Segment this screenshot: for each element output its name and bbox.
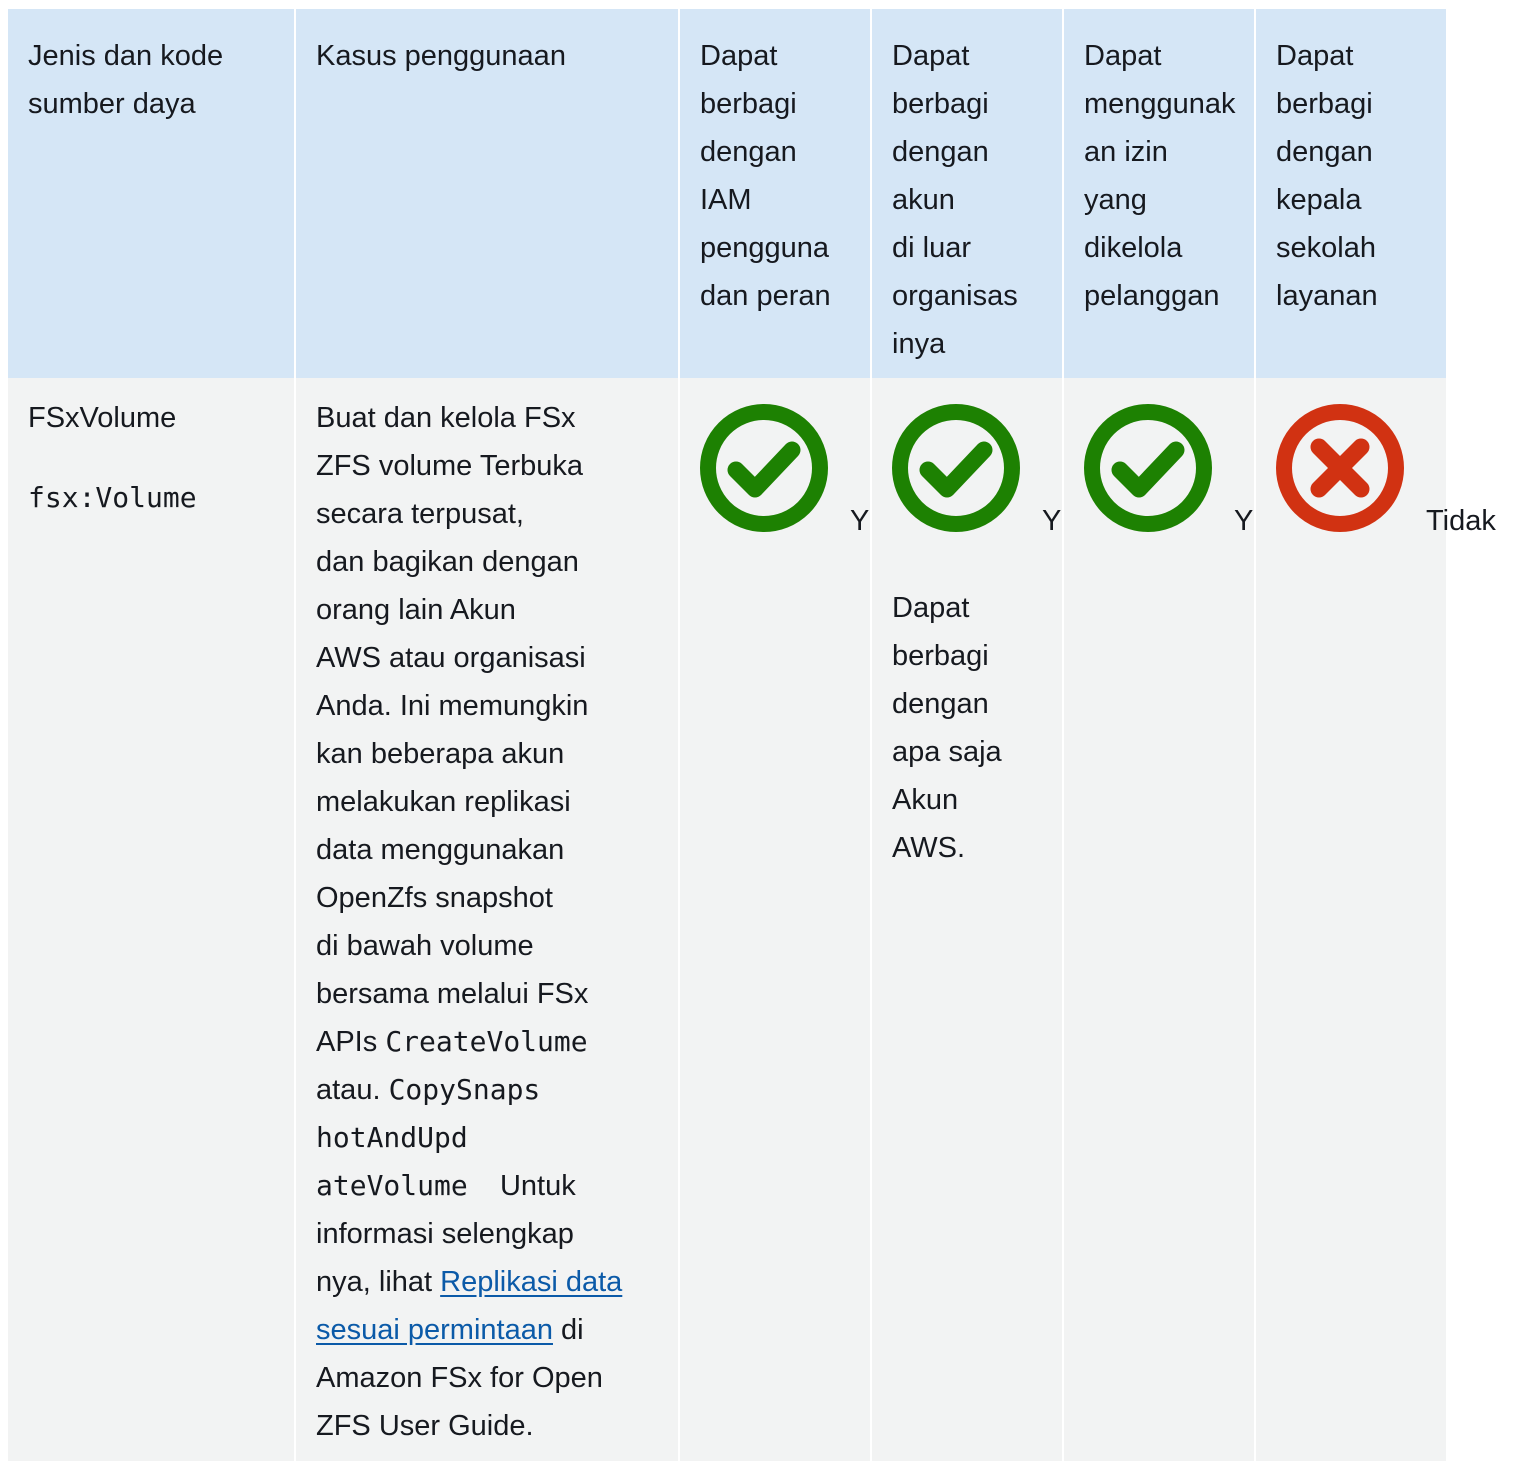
api-copy-snapshot-part: hotAndUpd (316, 1121, 468, 1154)
use-case-line: Buat dan kelola FSx (316, 402, 576, 434)
header-line: akun (892, 184, 955, 216)
note-line: AWS. (892, 832, 966, 864)
use-case-line: informasi selengkap (316, 1218, 574, 1250)
api-copy-snapshot-part: ateVolume (316, 1169, 468, 1202)
use-case-line: ZFS User Guide. (316, 1410, 534, 1442)
outside-org-note: Dapat berbagi dengan apa saja Akun AWS. (892, 584, 1002, 872)
cell-customer-managed-permissions (1064, 378, 1254, 1461)
use-case-line: melakukan replikasi (316, 786, 571, 818)
use-case-line: di bawah volume (316, 930, 534, 962)
x-circle-icon (1275, 403, 1405, 533)
check-circle-icon (1083, 403, 1213, 533)
apis-prefix: APIs (316, 1026, 386, 1058)
header-line: IAM (700, 184, 752, 216)
header-line: berbagi (700, 88, 797, 120)
use-case-line: kan beberapa akun (316, 738, 565, 770)
header-line: organisas (892, 280, 1018, 312)
untuk-text: Untuk (499, 1170, 576, 1202)
note-line: berbagi (892, 640, 989, 672)
header-line: pengguna (700, 232, 830, 264)
use-case-line: sesuai permintaan di (316, 1306, 678, 1354)
header-line: Jenis dan kode (28, 40, 224, 72)
use-case-line: secara terpusat, (316, 498, 524, 530)
check-circle-icon (699, 403, 829, 533)
header-line: dengan (700, 136, 797, 168)
service-principals-label: Tidak (1426, 505, 1496, 537)
check-circle-icon (891, 403, 1021, 533)
use-case-line: ateVolume Untuk (316, 1162, 678, 1210)
header-customer-managed-permissions: Dapat menggunak an izin yang dikelola pe… (1064, 9, 1254, 378)
use-case-line: Anda. Ini memungkin (316, 690, 589, 722)
header-line: yang (1084, 184, 1147, 216)
header-line: Dapat (1084, 40, 1162, 72)
header-service-principals: Dapat berbagi dengan kepala sekolah laya… (1256, 9, 1446, 378)
header-line: sekolah (1276, 232, 1376, 264)
header-line: di luar (892, 232, 971, 264)
note-line: apa saja (892, 736, 1002, 768)
header-line: Dapat (700, 40, 778, 72)
header-line: an izin (1084, 136, 1168, 168)
header-line: inya (892, 328, 946, 360)
use-case-line: AWS atau organisasi (316, 642, 586, 674)
atau-text: atau. (316, 1074, 389, 1106)
note-line: Dapat (892, 592, 970, 624)
header-line: kepala (1276, 184, 1362, 216)
header-line: sumber daya (28, 88, 196, 120)
cell-iam-share (680, 378, 870, 1461)
use-case-line: data menggunakan (316, 834, 565, 866)
outside-org-share-label: Y (1042, 505, 1062, 537)
api-copy-snapshot-part: CopySnaps (388, 1073, 541, 1106)
resource-code: fsx:Volume (28, 481, 197, 514)
cell-use-case: Buat dan kelola FSx ZFS volume Terbuka s… (296, 378, 678, 1461)
cell-outside-org-share: Dapat berbagi dengan apa saja Akun AWS. (872, 378, 1062, 1461)
header-line: pelanggan (1084, 280, 1220, 312)
header-iam-share: Dapat berbagi dengan IAM pengguna dan pe… (680, 9, 870, 378)
use-case-line: bersama melalui FSx (316, 978, 589, 1010)
use-case-line: dan bagikan dengan (316, 546, 579, 578)
customer-managed-permissions-label: Y (1234, 505, 1254, 537)
use-case-line: orang lain Akun (316, 594, 516, 626)
resource-name: FSxVolume (28, 402, 177, 434)
header-line: berbagi (892, 88, 989, 120)
use-case-line: OpenZfs snapshot (316, 882, 553, 914)
api-create-volume: CreateVolume (385, 1025, 588, 1058)
header-line: dan peran (700, 280, 831, 312)
header-line: menggunak (1084, 88, 1236, 120)
header-line: Dapat (1276, 40, 1354, 72)
use-case-line: ZFS volume Terbuka (316, 450, 584, 482)
header-resource-type: Jenis dan kode sumber daya (8, 9, 294, 378)
use-case-line: Amazon FSx for Open (316, 1362, 603, 1394)
header-use-case: Kasus penggunaan (296, 9, 678, 378)
use-case-line: nya, lihat Replikasi data (316, 1258, 678, 1306)
header-line: Kasus penggunaan (316, 40, 566, 72)
header-line: dikelola (1084, 232, 1183, 264)
use-case-line: atau. CopySnaps (316, 1066, 678, 1114)
cell-service-principals (1256, 378, 1446, 1461)
see-text: nya, lihat (316, 1266, 441, 1298)
replication-link[interactable]: sesuai permintaan (316, 1314, 553, 1346)
header-line: layanan (1276, 280, 1378, 312)
note-line: dengan (892, 688, 989, 720)
header-line: Dapat (892, 40, 970, 72)
di-text: di (552, 1314, 584, 1346)
replication-link[interactable]: Replikasi data (440, 1266, 622, 1298)
cell-resource-type: FSxVolume fsx:Volume (8, 378, 294, 1461)
note-line: Akun (892, 784, 959, 816)
header-line: dengan (1276, 136, 1373, 168)
iam-share-label: Y (850, 505, 870, 537)
header-line: berbagi (1276, 88, 1373, 120)
use-case-line: APIs CreateVolume (316, 1018, 678, 1066)
header-line: dengan (892, 136, 989, 168)
header-outside-org-share: Dapat berbagi dengan akun di luar organi… (872, 9, 1062, 378)
